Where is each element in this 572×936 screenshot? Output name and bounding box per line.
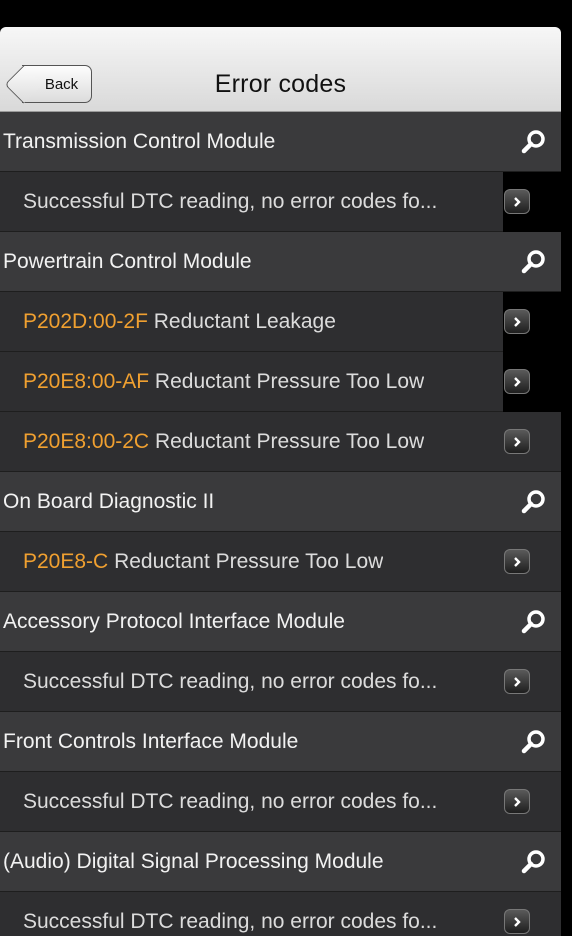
detail-button[interactable] [504, 429, 530, 454]
error-code-label: Successful DTC reading, no error codes f… [23, 790, 437, 814]
chevron-right-icon [514, 316, 521, 327]
error-code-row[interactable]: Successful DTC reading, no error codes f… [0, 772, 561, 832]
module-name: On Board Diagnostic II [3, 489, 215, 513]
chevron-right-icon [514, 196, 521, 207]
error-code-row[interactable]: Successful DTC reading, no error codes f… [0, 892, 561, 936]
app-screen: Back Error codes Transmission Control Mo… [0, 0, 572, 936]
error-code-row[interactable]: P202D:00-2F Reductant Leakage [0, 292, 530, 352]
error-code-row[interactable]: P20E8-C Reductant Pressure Too Low [0, 532, 561, 592]
chevron-right-icon [514, 556, 521, 567]
search-icon[interactable] [521, 489, 547, 515]
error-code-row[interactable]: Successful DTC reading, no error codes f… [0, 172, 530, 232]
module-row[interactable]: Accessory Protocol Interface Module [0, 592, 561, 652]
error-code-label: P20E8:00-AF Reductant Pressure Too Low [23, 370, 424, 394]
module-name: Transmission Control Module [3, 129, 276, 153]
error-code: P202D:00-2F [23, 309, 148, 333]
detail-button[interactable] [504, 669, 530, 694]
error-code-row[interactable]: Successful DTC reading, no error codes f… [0, 652, 561, 712]
page-title: Error codes [214, 70, 347, 98]
error-code-label: Successful DTC reading, no error codes f… [23, 670, 437, 694]
module-row[interactable]: (Audio) Digital Signal Processing Module [0, 832, 561, 892]
search-icon[interactable] [521, 249, 547, 275]
error-description: Successful DTC reading, no error codes f… [23, 189, 438, 213]
navigation-bar: Back Error codes [0, 27, 561, 112]
chevron-right-icon [514, 916, 521, 927]
detail-button[interactable] [504, 549, 530, 574]
module-row[interactable]: Transmission Control Module [0, 112, 561, 172]
chevron-right-icon [514, 796, 521, 807]
error-description: Successful DTC reading, no error codes f… [23, 789, 438, 813]
module-row[interactable]: On Board Diagnostic II [0, 472, 561, 532]
module-row[interactable]: Front Controls Interface Module [0, 712, 561, 772]
chevron-right-icon [514, 676, 521, 687]
error-code-label: P20E8:00-2C Reductant Pressure Too Low [23, 430, 424, 454]
search-icon[interactable] [521, 609, 547, 635]
error-code-list: Transmission Control Module Successful D… [0, 112, 561, 936]
error-code-label: Successful DTC reading, no error codes f… [23, 910, 437, 934]
error-description: Successful DTC reading, no error codes f… [23, 909, 438, 933]
error-code: P20E8:00-AF [23, 369, 150, 393]
detail-button[interactable] [504, 309, 530, 334]
status-bar [0, 0, 572, 27]
search-icon[interactable] [521, 849, 547, 875]
module-row[interactable]: Powertrain Control Module [0, 232, 561, 292]
module-name: Accessory Protocol Interface Module [3, 609, 345, 633]
error-code-label: P202D:00-2F Reductant Leakage [23, 310, 336, 334]
search-icon[interactable] [521, 729, 547, 755]
error-description: Reductant Pressure Too Low [154, 429, 425, 453]
detail-button[interactable] [504, 789, 530, 814]
error-description: Reductant Pressure Too Low [114, 549, 384, 573]
detail-button[interactable] [504, 369, 530, 394]
module-name: Front Controls Interface Module [3, 729, 299, 753]
chevron-right-icon [514, 436, 521, 447]
chevron-right-icon [514, 376, 521, 387]
detail-button[interactable] [504, 909, 530, 934]
module-name: Powertrain Control Module [3, 249, 252, 273]
back-button-label: Back [44, 75, 79, 93]
error-code: P20E8:00-2C [23, 429, 150, 453]
detail-button[interactable] [504, 189, 530, 214]
module-name: (Audio) Digital Signal Processing Module [3, 849, 384, 873]
error-description: Reductant Pressure Too Low [154, 369, 425, 393]
error-description: Successful DTC reading, no error codes f… [23, 669, 438, 693]
search-icon[interactable] [521, 129, 547, 155]
error-code-row[interactable]: P20E8:00-AF Reductant Pressure Too Low [0, 352, 530, 412]
error-code-label: Successful DTC reading, no error codes f… [23, 190, 437, 214]
error-code-label: P20E8-C Reductant Pressure Too Low [23, 550, 383, 574]
error-code-row[interactable]: P20E8:00-2C Reductant Pressure Too Low [0, 412, 561, 472]
screen-edge [561, 0, 572, 936]
error-code: P20E8-C [23, 549, 109, 573]
error-description: Reductant Leakage [153, 309, 336, 333]
